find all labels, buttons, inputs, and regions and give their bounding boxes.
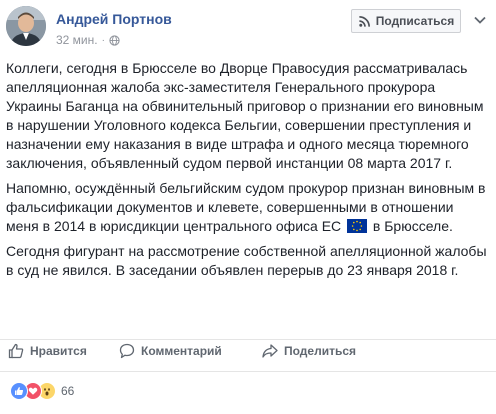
post-header: Андрей Портнов 32 мин. · Подписаться: [0, 0, 496, 52]
separator-dot: ·: [101, 34, 105, 46]
like-label: Нравится: [30, 344, 87, 358]
timestamp[interactable]: 32 мин.: [56, 33, 98, 47]
like-icon-glyph: [15, 387, 24, 395]
share-label: Поделиться: [284, 344, 357, 358]
post-body: Коллеги, сегодня в Брюсселе во Дворце Пр…: [6, 59, 490, 286]
chevron-down-icon: [474, 16, 486, 24]
post-paragraph: Напомню, осуждённый бельгийским судом пр…: [6, 179, 490, 236]
love-icon-glyph: [28, 387, 38, 395]
share-icon: [262, 344, 278, 358]
post-paragraph-text: в Брюсселе.: [372, 218, 453, 234]
action-bar: Нравится Комментарий Поделиться: [0, 339, 496, 364]
reactions-count: 66: [61, 384, 75, 398]
wow-icon-glyph: [44, 388, 50, 396]
like-icon: [10, 382, 28, 400]
avatar-photo: [6, 6, 46, 46]
thumbs-up-icon: [8, 343, 24, 359]
follow-button[interactable]: Подписаться: [351, 9, 461, 33]
post-meta: 32 мин. ·: [56, 33, 120, 47]
like-button[interactable]: Нравится: [8, 343, 87, 359]
comment-button[interactable]: Комментарий: [119, 343, 222, 359]
avatar[interactable]: [6, 6, 46, 46]
eu-flag-icon: [347, 219, 368, 233]
share-button[interactable]: Поделиться: [262, 343, 356, 359]
reactions-bar: 66: [0, 371, 496, 414]
more-options-button[interactable]: [470, 10, 490, 30]
rss-icon: [359, 15, 370, 27]
follow-label: Подписаться: [375, 14, 455, 28]
comment-icon: [119, 343, 135, 359]
globe-icon[interactable]: [109, 34, 120, 46]
author-name[interactable]: Андрей Портнов: [56, 11, 172, 27]
comment-label: Комментарий: [141, 344, 222, 358]
post-paragraph: Сегодня фигурант на рассмотрение собстве…: [6, 243, 487, 278]
post-paragraph: Коллеги, сегодня в Брюсселе во Дворце Пр…: [6, 60, 484, 171]
reactions-summary[interactable]: 66: [10, 382, 74, 400]
